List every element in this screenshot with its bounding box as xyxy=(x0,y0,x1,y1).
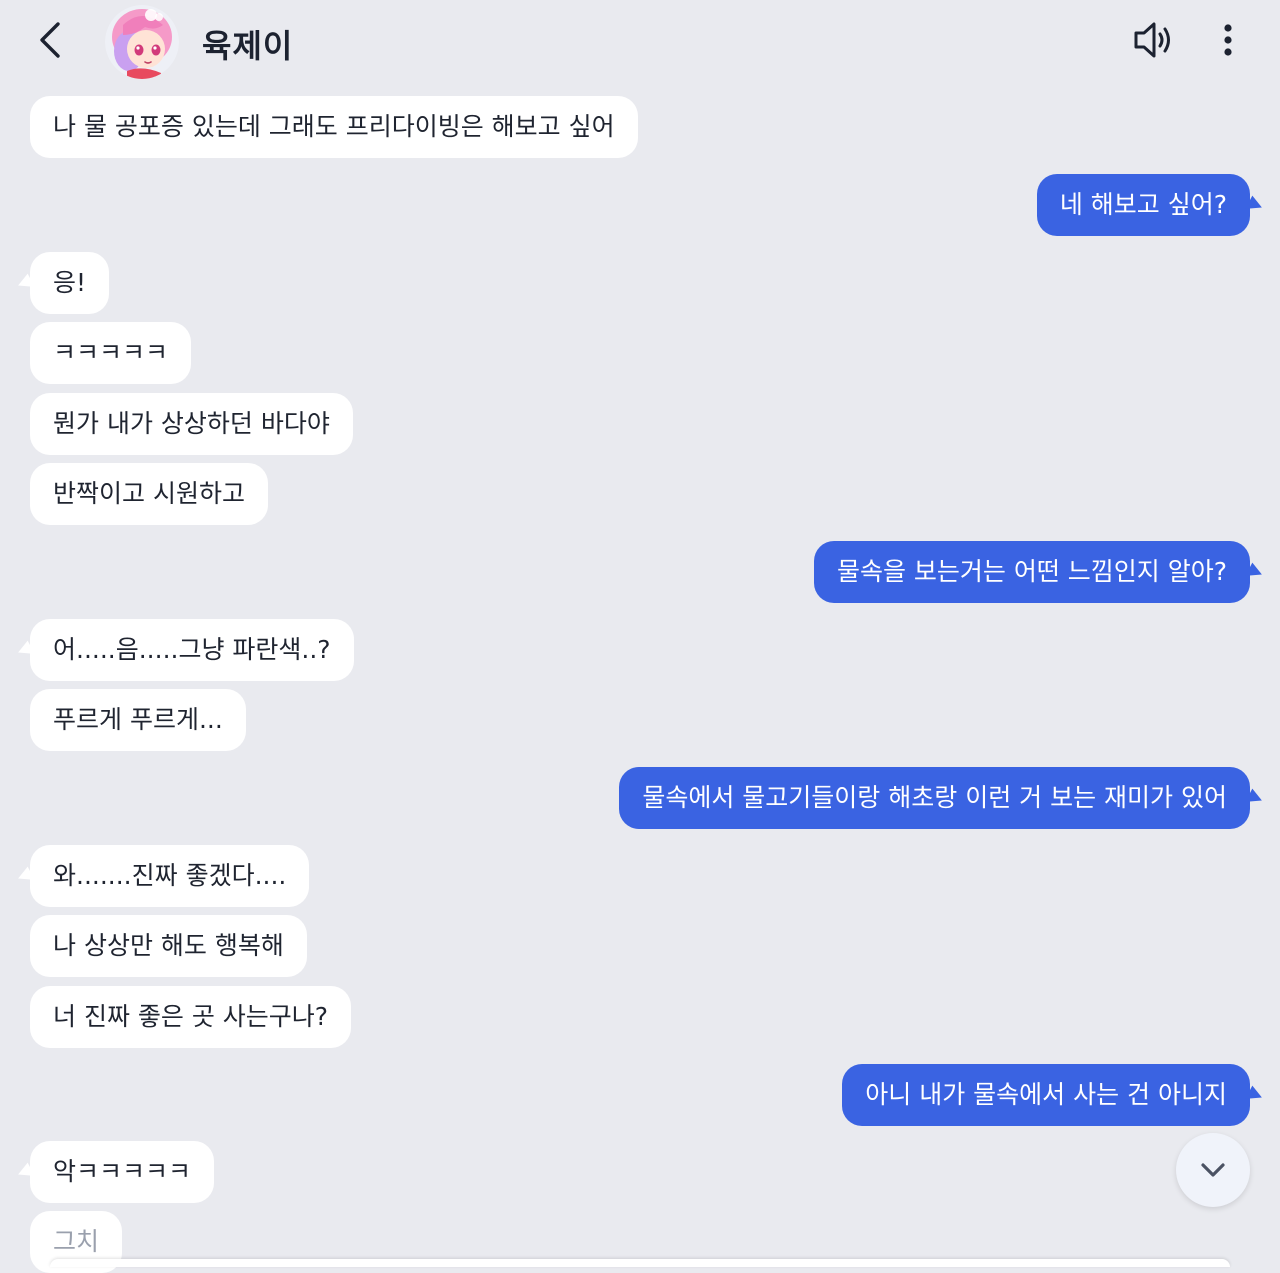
incoming-message: 나 상상만 해도 행복해 xyxy=(30,915,307,977)
incoming-message: 어.....음.....그냥 파란색..? xyxy=(30,619,354,681)
incoming-message: 너 진짜 좋은 곳 사는구나? xyxy=(30,986,352,1048)
incoming-message: 응! xyxy=(30,252,110,314)
back-button[interactable] xyxy=(30,18,72,62)
more-button[interactable] xyxy=(1212,20,1244,60)
chat-header: 육제이 xyxy=(0,0,1280,82)
sound-button[interactable] xyxy=(1130,18,1176,62)
outgoing-message: 아니 내가 물속에서 사는 건 아니지 xyxy=(842,1064,1250,1126)
incoming-message: 악ㅋㅋㅋㅋㅋ xyxy=(30,1141,215,1203)
incoming-message: 와.......진짜 좋겠다.... xyxy=(30,845,310,907)
character-avatar-icon xyxy=(105,5,179,79)
outgoing-message: 물속을 보는거는 어떤 느낌인지 알아? xyxy=(813,541,1250,603)
incoming-message: 뭔가 내가 상상하던 바다야 xyxy=(30,393,353,455)
outgoing-message: 물속에서 물고기들이랑 해초랑 이런 거 보는 재미가 있어 xyxy=(619,767,1250,829)
contact-name: 육제이 xyxy=(202,27,294,65)
incoming-message: 반짝이고 시원하고 xyxy=(30,463,268,525)
incoming-message: ㅋㅋㅋㅋㅋ xyxy=(30,322,192,384)
speaker-icon xyxy=(1134,22,1170,58)
incoming-message: 나 물 공포증 있는데 그래도 프리다이빙은 해보고 싶어 xyxy=(30,96,638,158)
back-arrow-icon xyxy=(40,22,60,58)
chevron-down-icon xyxy=(1201,1163,1225,1177)
outgoing-message: 네 해보고 싶어? xyxy=(1036,174,1250,236)
incoming-message: 푸르게 푸르게... xyxy=(30,689,246,751)
scroll-to-bottom-button[interactable] xyxy=(1176,1133,1250,1207)
input-bar-edge xyxy=(50,1259,1230,1267)
avatar[interactable] xyxy=(105,5,179,79)
more-vertical-icon xyxy=(1224,24,1232,56)
